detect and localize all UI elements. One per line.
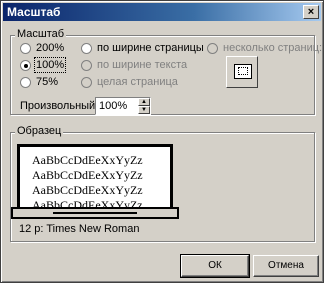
monitor-icon [234,64,252,79]
radio-indicator [81,42,92,54]
zoom-option-75[interactable]: 75% [20,76,58,88]
radio-indicator [81,59,92,71]
close-button[interactable]: × [303,5,319,19]
font-info: 12 p: Times New Roman [19,223,140,235]
zoom-option-label: 100% [33,57,67,73]
zoom-option-page-width[interactable]: по ширине страницы [81,42,204,54]
radio-indicator [20,76,31,88]
custom-zoom-input[interactable]: 100% ▲ ▼ [95,97,151,115]
preview-group-legend: Образец [15,125,64,137]
monitor-base [11,207,179,219]
zoom-option-many-pages[interactable]: несколько страниц: [207,42,322,54]
spin-up-button[interactable]: ▲ [138,98,150,106]
zoom-option-label: по ширине текста [97,59,188,71]
zoom-option-text-width[interactable]: по ширине текста [81,59,187,71]
custom-zoom-value: 100% [99,100,128,112]
radio-indicator [20,42,31,54]
window-title: Масштаб [7,5,61,19]
spinner: ▲ ▼ [138,98,150,114]
zoom-option-label: 200% [36,42,65,54]
ok-button[interactable]: ОК [180,254,250,278]
zoom-option-whole-page[interactable]: целая страница [81,76,178,88]
zoom-option-label: по ширине страницы [97,42,204,54]
radio-indicator [81,76,92,88]
zoom-option-label: целая страница [97,76,178,88]
sample-text-line: AaBbCcDdEeXxYyZz [32,153,143,167]
zoom-dialog: Масштаб × Масштаб 200% 100% 75% по ширин… [0,0,324,283]
spin-down-button[interactable]: ▼ [138,106,150,114]
custom-zoom-label: Произвольный: [20,100,99,112]
zoom-option-label: несколько страниц: [223,42,323,54]
cancel-button[interactable]: Отмена [253,255,319,277]
preview-screen: AaBbCcDdEeXxYyZz AaBbCcDdEeXxYyZz AaBbCc… [20,147,170,212]
sample-text-line: AaBbCcDdEeXxYyZz [32,183,143,197]
radio-indicator [207,42,218,54]
zoom-option-100[interactable]: 100% [20,57,67,73]
title-bar[interactable]: Масштаб × [3,3,321,21]
zoom-group-legend: Масштаб [15,28,67,40]
zoom-option-200[interactable]: 200% [20,42,64,54]
zoom-option-label: 75% [36,76,59,88]
many-pages-button[interactable] [226,56,258,88]
sample-text-line: AaBbCcDdEeXxYyZz [32,168,143,182]
radio-indicator-checked [20,59,31,71]
